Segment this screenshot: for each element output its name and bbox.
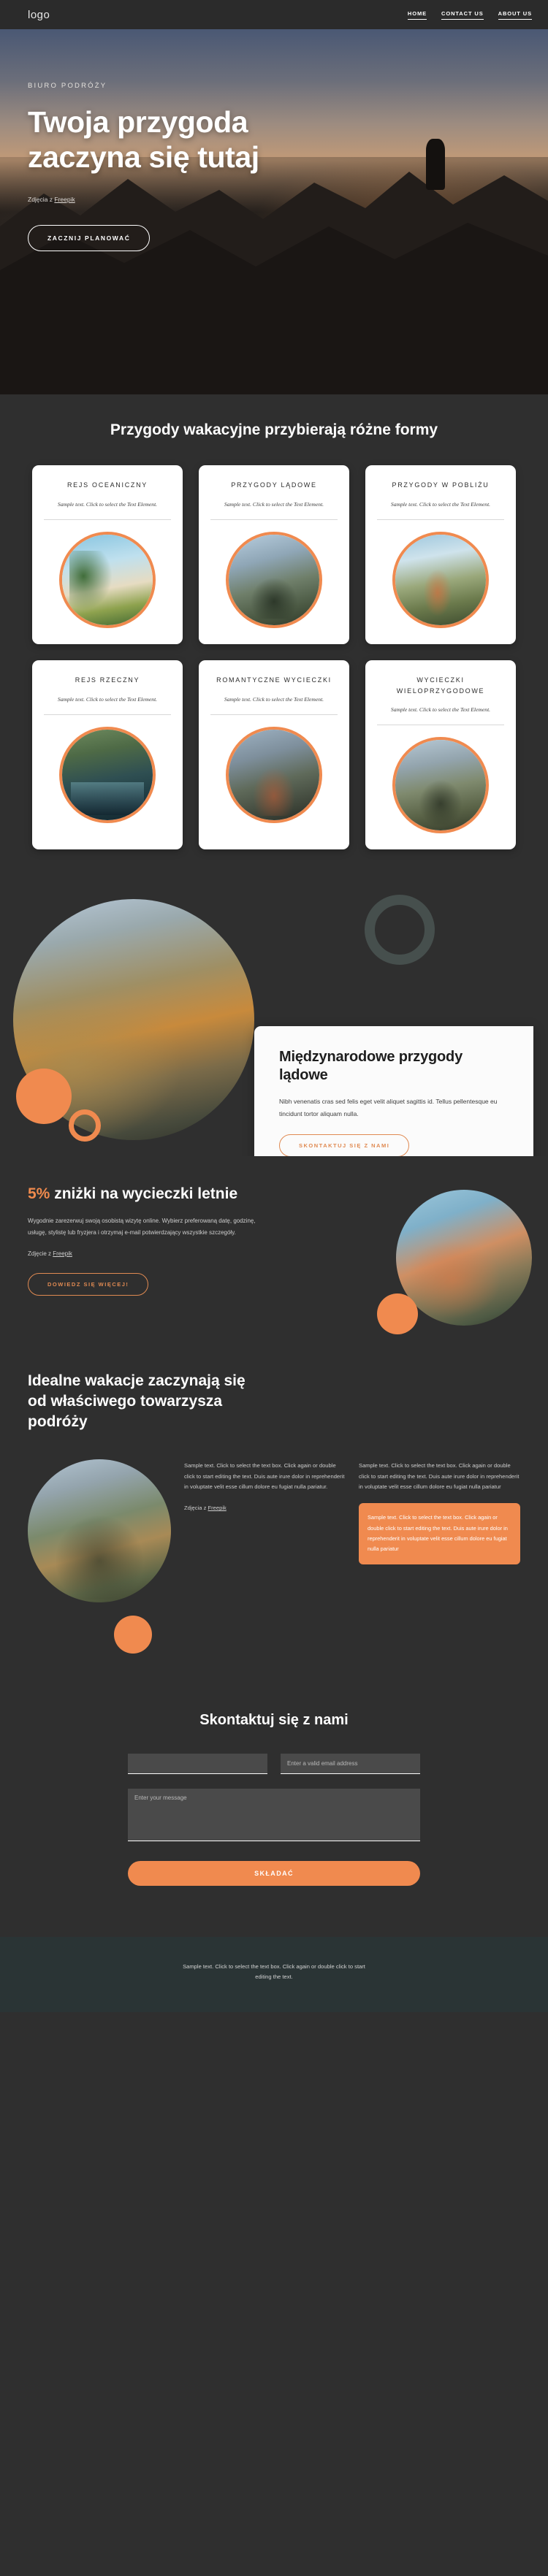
nav-link-about-us[interactable]: ABOUT US — [498, 10, 532, 20]
card-przygody-ladowe[interactable]: PRZYGODY LĄDOWE Sample text. Click to se… — [199, 465, 349, 645]
companion-column-2: Sample text. Click to select the text bo… — [359, 1461, 520, 1564]
contact-title: Skontaktuj się z nami — [199, 1711, 349, 1728]
card-divider — [44, 519, 171, 521]
contact-form: SKŁADAĆ — [128, 1753, 420, 1886]
discount-percent: 5% — [28, 1185, 50, 1202]
card-rejs-rzeczny[interactable]: REJS RZECZNY Sample text. Click to selec… — [32, 660, 183, 849]
nav-link-home[interactable]: HOME — [407, 10, 427, 20]
nav-links: HOME CONTACT US ABOUT US — [407, 10, 532, 20]
discount-inner: 5% zniżki na wycieczki letnie Wygodnie z… — [0, 1184, 548, 1334]
card-photo — [226, 727, 322, 824]
hero-eyebrow: BIURO PODRÓŻY — [28, 82, 107, 90]
discount-media-column — [320, 1184, 532, 1334]
card-subtitle: Sample text. Click to select the Text El… — [224, 696, 324, 703]
international-body: Nibh venenatis cras sed felis eget velit… — [279, 1097, 498, 1117]
hero-credit-prefix: Zdjęcia z — [28, 195, 55, 203]
companion-credit-prefix: Zdjęcia z — [184, 1505, 208, 1512]
card-divider — [210, 519, 338, 521]
card-title: ROMANTYCZNE WYCIECZKI — [216, 676, 332, 684]
section-heading-adventures: Przygody wakacyjne przybierają różne for… — [110, 421, 438, 438]
companion-text-columns: Sample text. Click to select the text bo… — [184, 1459, 520, 1564]
hero-credit-link[interactable]: Freepik — [54, 196, 75, 203]
discount-credit-prefix: Zdjęcie z — [28, 1250, 53, 1258]
discount-photo-credit: Zdjęcie z Freepik — [28, 1250, 320, 1257]
discount-photo — [396, 1189, 532, 1326]
decorative-circle-orange — [16, 1068, 72, 1124]
card-rejs-oceaniczny[interactable]: REJS OCEANICZNY Sample text. Click to se… — [32, 465, 183, 645]
companion-photo-credit: Zdjęcia z Freepik — [184, 1505, 346, 1511]
card-przygody-w-poblizu[interactable]: PRZYGODY W POBLIŻU Sample text. Click to… — [365, 465, 516, 645]
page-footer: Sample text. Click to select the text bo… — [0, 1936, 548, 2012]
message-field[interactable] — [128, 1788, 420, 1841]
international-card: Międzynarodowe przygody lądowe Nibh vene… — [254, 1025, 533, 1156]
contact-section: Skontaktuj się z nami SKŁADAĆ — [0, 1682, 548, 1937]
card-subtitle: Sample text. Click to select the Text El… — [57, 500, 158, 508]
discount-credit-link[interactable]: Freepik — [53, 1250, 72, 1257]
card-wycieczki-wieloprzygodowe[interactable]: WYCIECZKI WIELOPRZYGODOWE Sample text. C… — [365, 660, 516, 849]
contact-form-row — [128, 1753, 420, 1774]
decorative-circle-orange — [377, 1293, 418, 1334]
discount-title-rest: zniżki na wycieczki letnie — [50, 1185, 238, 1202]
companion-column-2-text: Sample text. Click to select the text bo… — [359, 1461, 520, 1491]
submit-button[interactable]: SKŁADAĆ — [128, 1860, 420, 1886]
adventure-cards-grid: REJS OCEANICZNY Sample text. Click to se… — [0, 465, 548, 849]
summer-discount-section: 5% zniżki na wycieczki letnie Wygodnie z… — [0, 1155, 548, 1339]
adventure-types-section: Przygody wakacyjne przybierają różne for… — [0, 394, 548, 886]
companion-media-column — [28, 1459, 171, 1654]
companion-title: Idealne wakacje zaczynają się od właściw… — [28, 1372, 246, 1431]
contact-us-button[interactable]: SKONTAKTUJ SIĘ Z NAMI — [279, 1134, 410, 1156]
card-divider — [377, 519, 504, 521]
email-field[interactable] — [281, 1753, 420, 1774]
card-title: REJS RZECZNY — [75, 676, 140, 684]
page-title: Twoja przygoda zaczyna się tutaj — [28, 105, 259, 175]
nav-link-contact-us[interactable]: CONTACT US — [441, 10, 484, 20]
card-photo — [392, 532, 489, 629]
card-photo — [226, 532, 322, 629]
card-photo — [59, 532, 156, 629]
companion-credit-link[interactable]: Freepik — [208, 1505, 227, 1511]
discount-body: Wygodnie zarezerwuj swoją osobistą wizyt… — [28, 1218, 256, 1237]
decorative-ring-grey — [365, 894, 435, 965]
card-title: WYCIECZKI WIELOPRZYGODOWE — [396, 676, 485, 695]
card-romantyczne-wycieczki[interactable]: ROMANTYCZNE WYCIECZKI Sample text. Click… — [199, 660, 349, 849]
card-title: REJS OCEANICZNY — [66, 481, 148, 489]
card-subtitle: Sample text. Click to select the Text El… — [57, 696, 158, 703]
card-subtitle: Sample text. Click to select the Text El… — [390, 706, 491, 713]
footer-text: Sample text. Click to select the text bo… — [183, 1962, 365, 1981]
card-subtitle: Sample text. Click to select the Text El… — [390, 500, 491, 508]
card-divider — [44, 714, 171, 716]
companion-column-1: Sample text. Click to select the text bo… — [184, 1461, 346, 1564]
start-planning-button[interactable]: ZACZNIJ PLANOWAĆ — [28, 224, 151, 251]
card-photo — [392, 736, 489, 833]
decorative-circle-orange — [114, 1615, 152, 1654]
decorative-ring-orange — [69, 1109, 101, 1142]
discount-title: 5% zniżki na wycieczki letnie — [28, 1184, 320, 1204]
card-title: PRZYGODY W POBLIŻU — [392, 481, 490, 489]
name-field[interactable] — [128, 1753, 267, 1774]
hero-photo-credit: Zdjęcia z Freepik — [28, 196, 548, 203]
learn-more-button[interactable]: DOWIEDZ SIĘ WIĘCEJ! — [28, 1273, 149, 1296]
card-divider — [210, 714, 338, 716]
card-photo — [59, 727, 156, 824]
companion-photo — [28, 1459, 171, 1602]
travel-companion-section: Idealne wakacje zaczynają się od właściw… — [0, 1338, 548, 1683]
international-adventures-section: Międzynarodowe przygody lądowe Nibh vene… — [0, 885, 548, 1156]
hero-content: BIURO PODRÓŻY Twoja przygoda zaczyna się… — [0, 29, 548, 251]
companion-highlight-box: Sample text. Click to select the text bo… — [359, 1503, 520, 1564]
site-logo[interactable]: logo — [28, 9, 50, 21]
international-title: Międzynarodowe przygody lądowe — [279, 1048, 463, 1084]
discount-text-column: 5% zniżki na wycieczki letnie Wygodnie z… — [28, 1184, 320, 1296]
companion-grid: Sample text. Click to select the text bo… — [0, 1459, 548, 1654]
top-navbar: logo HOME CONTACT US ABOUT US — [0, 0, 548, 29]
card-title: PRZYGODY LĄDOWE — [231, 481, 317, 489]
companion-column-1-text: Sample text. Click to select the text bo… — [184, 1461, 345, 1491]
card-subtitle: Sample text. Click to select the Text El… — [224, 500, 324, 508]
hero-section: BIURO PODRÓŻY Twoja przygoda zaczyna się… — [0, 29, 548, 394]
